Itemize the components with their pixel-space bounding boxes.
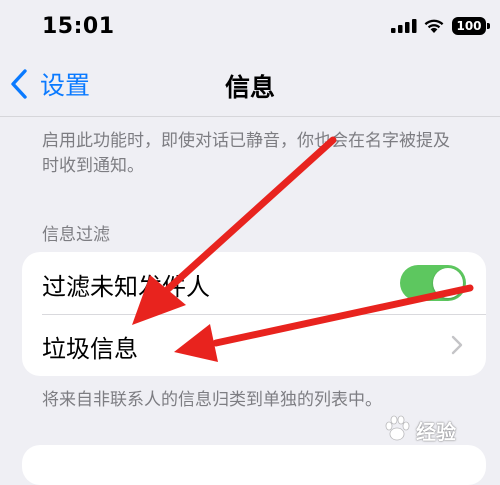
baidu-paw-icon	[385, 415, 410, 441]
status-time: 15:01	[42, 14, 115, 39]
toggle-knob	[433, 268, 463, 298]
section-header-message-filtering: 信息过滤	[42, 225, 110, 245]
junk-messages-row[interactable]: 垃圾信息	[22, 314, 486, 376]
nav-divider	[0, 116, 500, 117]
next-settings-group	[22, 445, 486, 485]
wifi-icon	[424, 19, 444, 33]
chevron-right-icon	[451, 335, 463, 355]
battery-tip	[487, 23, 490, 29]
status-bar: 15:01 100	[0, 0, 500, 56]
filter-unknown-senders-row[interactable]: 过滤未知发件人	[22, 252, 486, 315]
filter-unknown-senders-label: 过滤未知发件人	[42, 273, 210, 301]
page-title: 信息	[224, 73, 275, 102]
watermark: 经验	[382, 412, 492, 448]
message-filtering-group: 过滤未知发件人 垃圾信息	[22, 252, 486, 376]
mention-notification-description: 启用此功能时，即使对话已静音，你也会在名字被提及时收到通知。	[42, 131, 450, 176]
cellular-signal-icon	[391, 19, 417, 33]
battery-icon: 100	[452, 17, 486, 35]
watermark-text: 经验	[416, 420, 456, 444]
filter-unknown-senders-toggle[interactable]	[400, 265, 466, 301]
junk-messages-label: 垃圾信息	[42, 335, 138, 363]
filter-section-footer: 将来自非联系人的信息归类到单独的列表中。	[42, 390, 382, 410]
navigation-bar: 设置 信息	[0, 56, 500, 116]
